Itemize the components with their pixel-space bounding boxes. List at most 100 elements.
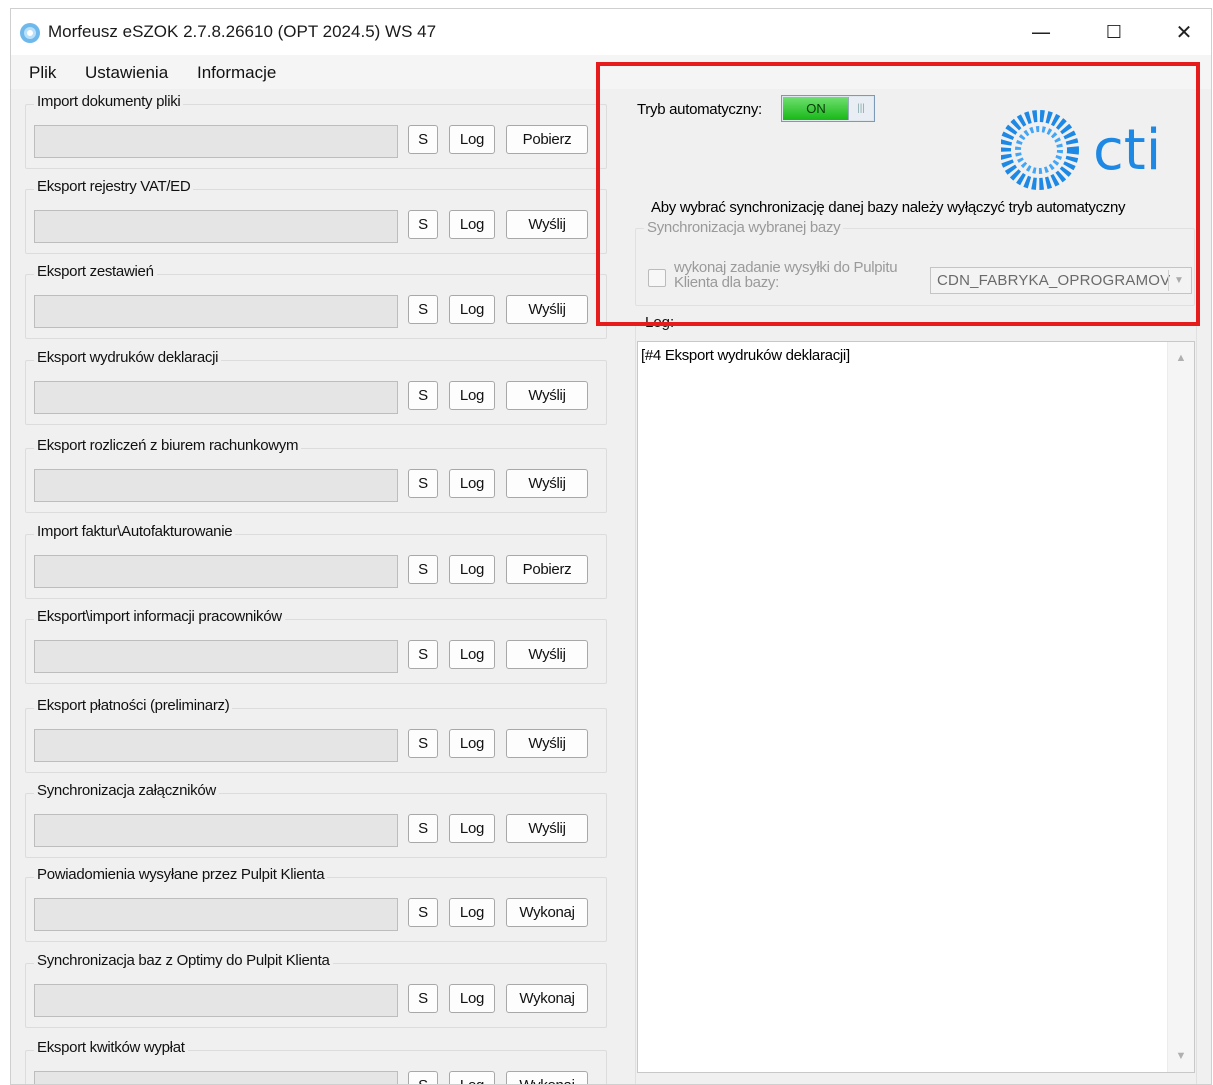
log-textarea[interactable]: [#4 Eksport wydruków deklaracji] ▲ ▼ [637,341,1195,1073]
task-progress-field [34,984,398,1017]
settings-button[interactable]: S [408,125,438,154]
close-button[interactable]: ✕ [1149,9,1211,55]
task-group: Eksport wydruków deklaracji S Log Wyślij [25,349,607,425]
auto-mode-toggle[interactable]: ON ||| [781,95,875,122]
task-progress-field [34,814,398,847]
window-title: Morfeusz eSZOK 2.7.8.26610 (OPT 2024.5) … [48,22,437,41]
log-button[interactable]: Log [449,640,495,669]
action-button[interactable]: Wyślij [506,814,588,843]
settings-button[interactable]: S [408,210,438,239]
task-group-label: Eksport\import informacji pracowników [34,608,285,625]
sync-group: Synchronizacja wybranej bazy wykonaj zad… [635,219,1195,306]
log-button[interactable]: Log [449,469,495,498]
log-content: [#4 Eksport wydruków deklaracji] [641,347,850,364]
toggle-knob[interactable]: ||| [848,97,873,120]
log-button[interactable]: Log [449,898,495,927]
task-group-label: Eksport rejestry VAT/ED [34,178,194,195]
action-button[interactable]: Wyślij [506,295,588,324]
task-group: Eksport zestawień S Log Wyślij [25,263,607,339]
task-group: Import faktur\Autofakturowanie S Log Pobier… [25,523,607,599]
action-button[interactable]: Wyślij [506,210,588,239]
settings-button[interactable]: S [408,814,438,843]
sync-checkbox[interactable] [648,269,666,287]
main-window: Morfeusz eSZOK 2.7.8.26610 (OPT 2024.5) … [10,8,1212,1085]
action-button[interactable]: Wyślij [506,469,588,498]
task-group-label: Import faktur\Autofakturowanie [34,523,236,540]
task-progress-field [34,640,398,673]
log-scrollbar[interactable]: ▲ ▼ [1167,342,1194,1072]
chevron-down-icon[interactable]: ▼ [1168,270,1189,291]
action-button[interactable]: Wykonaj [506,898,588,927]
settings-button[interactable]: S [408,984,438,1013]
auto-mode-label: Tryb automatyczny: [637,101,762,118]
toggle-on-state: ON [783,97,849,120]
task-group: Powiadomienia wysyłane przez Pulpit Klie… [25,866,607,942]
settings-button[interactable]: S [408,469,438,498]
task-progress-field [34,729,398,762]
task-progress-field [34,469,398,502]
task-group-label: Synchronizacja załączników [34,782,219,799]
scroll-up-icon[interactable]: ▲ [1168,346,1194,370]
action-button[interactable]: Wykonaj [506,984,588,1013]
task-progress-field [34,555,398,588]
settings-button[interactable]: S [408,295,438,324]
settings-button[interactable]: S [408,729,438,758]
database-select[interactable]: CDN_FABRYKA_OPROGRAMOV ▼ [930,267,1192,294]
log-button[interactable]: Log [449,381,495,410]
app-icon [20,23,40,43]
menu-plik[interactable]: Plik [29,63,56,83]
database-select-value: CDN_FABRYKA_OPROGRAMOV [937,272,1171,289]
action-button[interactable]: Wyślij [506,381,588,410]
menu-ustawienia[interactable]: Ustawienia [85,63,168,83]
settings-button[interactable]: S [408,555,438,584]
task-progress-field [34,898,398,931]
task-group-label: Eksport wydruków deklaracji [34,349,222,366]
action-button[interactable]: Pobierz [506,555,588,584]
log-button[interactable]: Log [449,729,495,758]
log-button[interactable]: Log [449,210,495,239]
task-group: Eksport płatności (preliminarz) S Log Wyśli… [25,697,607,773]
task-group-label: Powiadomienia wysyłane przez Pulpit Klie… [34,866,328,883]
log-button[interactable]: Log [449,984,495,1013]
title-bar: Morfeusz eSZOK 2.7.8.26610 (OPT 2024.5) … [11,9,1211,55]
settings-button[interactable]: S [408,898,438,927]
log-button[interactable]: Log [449,295,495,324]
info-text: Aby wybrać synchronizację danej bazy nal… [651,199,1126,216]
settings-button[interactable]: S [408,640,438,669]
task-group-label: Eksport płatności (preliminarz) [34,697,233,714]
action-button[interactable]: Wyślij [506,729,588,758]
task-group: Import dokumenty pliki S Log Pobierz [25,93,607,169]
task-group: Eksport rejestry VAT/ED S Log Wyślij [25,178,607,254]
menu-bar: Plik Ustawienia Informacje [11,55,1211,89]
task-group: Eksport kwitków wypłatSLogWykonaj [25,1039,607,1084]
sync-checkbox-label: wykonaj zadanie wysyłki do Pulpitu Klien… [674,259,898,291]
task-progress-field [34,210,398,243]
task-group-label: Synchronizacja baz z Optimy do Pulpit Kl… [34,952,333,969]
task-group: Eksport rozliczeń z biurem rachunkowym S L… [25,437,607,513]
action-button[interactable]: Wyślij [506,640,588,669]
task-group-label: Eksport rozliczeń z biurem rachunkowym [34,437,302,454]
log-button[interactable]: Log [449,555,495,584]
menu-informacje[interactable]: Informacje [197,63,276,83]
task-group-label: Eksport zestawień [34,263,157,280]
log-button[interactable]: Log [449,814,495,843]
maximize-button[interactable]: ☐ [1079,9,1149,55]
cti-logo-text: cti [1093,118,1161,183]
task-group-label: Eksport kwitków wypłat [34,1039,188,1056]
sync-group-label: Synchronizacja wybranej bazy [644,219,844,236]
minimize-button[interactable]: — [1006,9,1076,55]
task-group: Synchronizacja załączników S Log Wyślij [25,782,607,858]
settings-button[interactable]: S [408,381,438,410]
log-group-label: Log: [642,314,678,331]
task-group: Synchronizacja baz z Optimy do Pulpit Kl… [25,952,607,1028]
scroll-down-icon[interactable]: ▼ [1168,1044,1194,1068]
task-group: Eksport\import informacji pracowników S Lo… [25,608,607,684]
task-group-label: Import dokumenty pliki [34,93,184,110]
task-progress-field [34,295,398,328]
action-button[interactable]: Pobierz [506,125,588,154]
cti-logo: cti [1001,110,1161,190]
task-progress-field [34,125,398,158]
cti-logo-emblem-icon [1001,110,1079,190]
task-progress-field [34,381,398,414]
log-button[interactable]: Log [449,125,495,154]
